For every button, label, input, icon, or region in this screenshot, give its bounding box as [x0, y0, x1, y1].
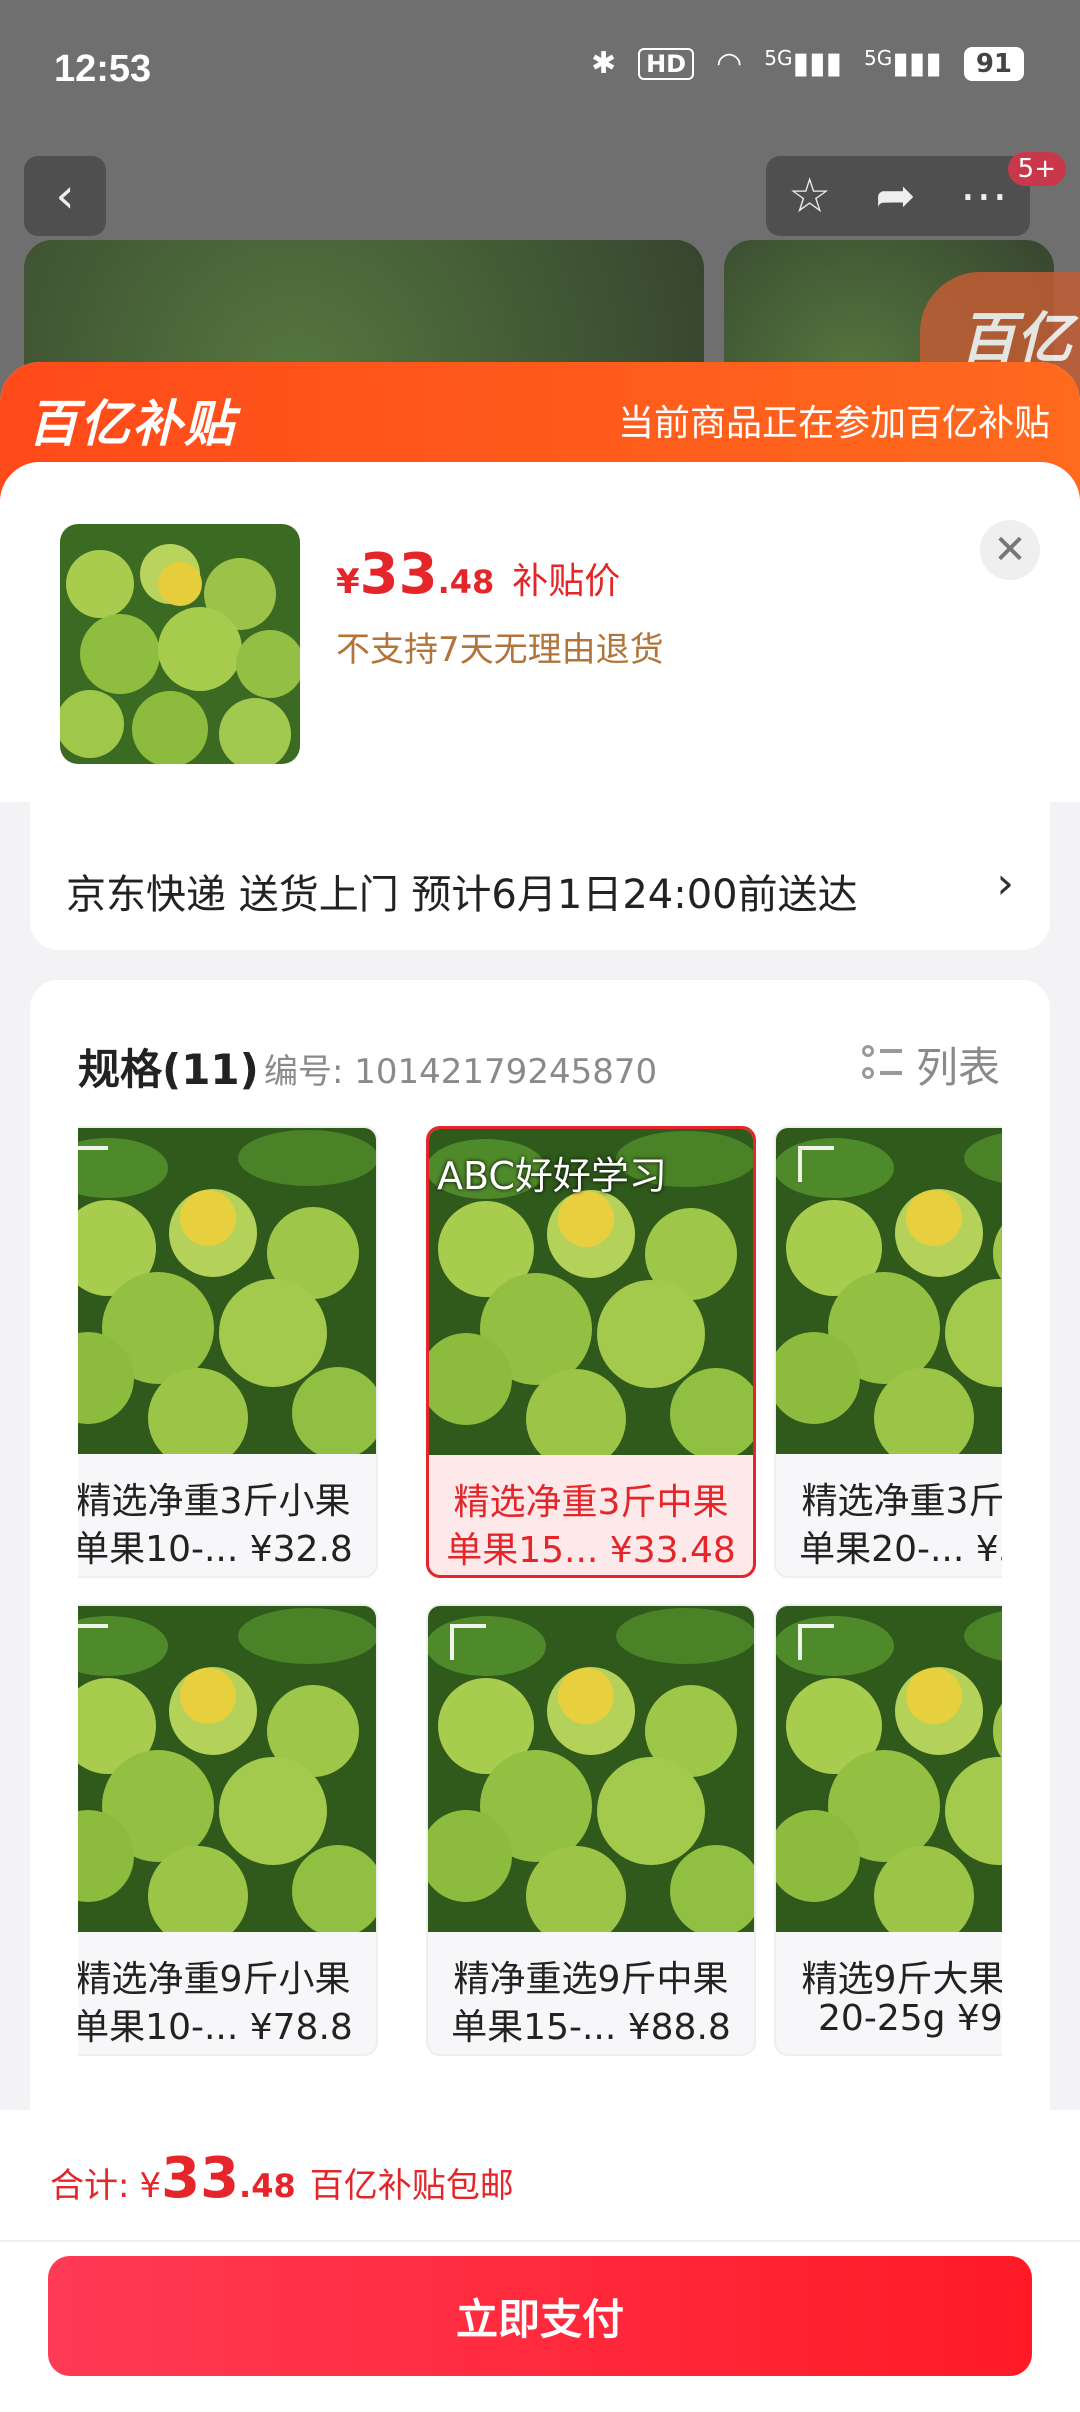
delivery-row[interactable]: 京东快递 送货上门 预计6月1日24:00前送达 › — [30, 802, 1050, 950]
spec-option-detail-price: 单果10-... ¥78.8 — [78, 2007, 353, 2048]
list-view-button[interactable]: 列表 — [861, 1034, 1000, 1095]
chevron-right-icon: › — [996, 858, 1014, 909]
total-label: 合计: — [50, 2166, 130, 2206]
hd-icon: HD — [638, 47, 695, 80]
spec-option-detail-price: 单果15-... ¥88.8 — [451, 2007, 731, 2048]
bluetooth-icon: ✱ — [590, 46, 617, 81]
spec-option-detail-price: 单果15... ¥33.48 — [446, 1530, 736, 1571]
spec-option-name: 精选净重3斤中果 — [453, 1482, 729, 1523]
spec-option-name: 精净重选9斤中果 — [453, 1959, 729, 2000]
spec-option-tile[interactable]: 精净重选9斤中果 单果15-... ¥88.8 — [426, 1604, 756, 2056]
close-button[interactable]: ✕ — [980, 520, 1040, 580]
notification-badge: 5+ — [1007, 152, 1066, 186]
spec-grid: 精选净重3斤小果 单果10-... ¥32.8 ABC好好学习 精选净重3斤中果 单果1… — [78, 1126, 1002, 2086]
expand-icon[interactable] — [450, 1624, 486, 1660]
star-icon[interactable]: ☆ — [788, 168, 831, 224]
spec-title: 规格(11) — [78, 1045, 259, 1094]
spec-option-name: 精选9斤大果单果 — [801, 1959, 1002, 2000]
spec-option-tile[interactable]: ABC好好学习精选净重3斤中果 单果15... ¥33.48 — [426, 1126, 756, 1578]
spec-option-detail-price: 单果10-... ¥32.8 — [78, 1529, 353, 1570]
spec-option-detail-price: 单果20-... ¥38.8 — [799, 1529, 1002, 1570]
spec-option-image — [78, 1128, 376, 1454]
status-bar: 12:53 ✱ HD ◠ 5G▮▮▮ 5G▮▮▮ 91 — [0, 0, 1080, 140]
spec-option-detail-price: 20-25g ¥98.8 — [818, 1998, 1002, 2039]
spec-option-tile[interactable]: 精选净重9斤小果 单果10-... ¥78.8 — [78, 1604, 378, 2056]
spec-option-tile[interactable]: 精选净重3斤小果 单果10-... ¥32.8 — [78, 1126, 378, 1578]
spec-option-overlay-text: ABC好好学习 — [437, 1154, 667, 1198]
list-label: 列表 — [915, 1043, 1000, 1092]
purchase-sheet: 百亿补贴 当前商品正在参加百亿补贴 ¥ 33 .48 补贴价 不支持7天无理由退… — [0, 362, 1080, 2412]
back-button[interactable]: ‹ — [24, 156, 106, 236]
spec-option-tile[interactable]: 精选9斤大果单果20-25g ¥98.8 — [774, 1604, 1002, 2056]
signal-5g-icon-2: 5G▮▮▮ — [864, 46, 942, 81]
checkout-footer: 合计: ¥ 33 .48 百亿补贴包邮 立即支付 — [0, 2110, 1080, 2412]
status-time: 12:53 — [54, 48, 152, 90]
spec-option-name: 精选净重3斤大果 — [801, 1481, 1002, 1522]
price-symbol: ¥ — [336, 562, 360, 602]
price-integer: 33 — [359, 542, 438, 607]
pay-now-button[interactable]: 立即支付 — [48, 2256, 1032, 2376]
subsidy-price: ¥ 33 .48 补贴价 — [336, 542, 620, 607]
signal-5g-icon: 5G▮▮▮ — [764, 46, 843, 81]
expand-icon[interactable] — [78, 1624, 108, 1660]
spec-card: 规格(11) 编号: 10142179245870 列表 精选净重3斤小果 单果1… — [30, 980, 1050, 2180]
footer-divider — [0, 2240, 1080, 2242]
price-decimal: .48 — [437, 563, 495, 601]
top-actions: ☆ ➦ ⋯ — [766, 156, 1030, 236]
shipping-note: 百亿补贴包邮 — [309, 2166, 514, 2206]
chevron-left-icon: ‹ — [55, 168, 75, 224]
battery-icon: 91 — [963, 46, 1024, 81]
spec-option-name: 精选净重9斤小果 — [78, 1959, 351, 2000]
expand-icon[interactable] — [798, 1624, 834, 1660]
subsidy-logo: 百亿补贴 — [28, 395, 236, 453]
total-symbol: ¥ — [139, 2166, 162, 2206]
spec-code: 编号: 10142179245870 — [264, 1052, 658, 1092]
return-policy-note: 不支持7天无理由退货 — [336, 630, 664, 670]
delivery-text: 京东快递 送货上门 预计6月1日24:00前送达 — [66, 872, 858, 918]
expand-icon[interactable] — [798, 1146, 834, 1182]
total-decimal: .48 — [239, 2167, 296, 2205]
total-integer: 33 — [161, 2146, 240, 2211]
close-icon: ✕ — [993, 527, 1027, 573]
product-thumbnail[interactable] — [60, 524, 300, 764]
screen: 百亿 12:53 ✱ HD ◠ 5G▮▮▮ 5G▮▮▮ 91 ‹ ☆ ➦ ⋯ 5… — [0, 0, 1080, 2412]
product-header: ¥ 33 .48 补贴价 不支持7天无理由退货 ✕ — [0, 462, 1080, 802]
total-price: 合计: ¥ 33 .48 百亿补贴包邮 — [50, 2146, 514, 2211]
list-icon — [861, 1044, 902, 1085]
wifi-icon: ◠ — [716, 46, 743, 81]
status-icons: ✱ HD ◠ 5G▮▮▮ 5G▮▮▮ 91 — [591, 46, 1024, 81]
spec-option-image — [78, 1606, 376, 1932]
spec-option-tile[interactable]: 精选净重3斤大果单果20-... ¥38.8 — [774, 1126, 1002, 1578]
share-icon[interactable]: ➦ — [875, 168, 915, 224]
more-icon[interactable]: ⋯ — [960, 168, 1008, 224]
expand-icon[interactable] — [78, 1146, 108, 1182]
price-label: 补贴价 — [512, 561, 621, 602]
subsidy-banner-text: 当前商品正在参加百亿补贴 — [617, 403, 1050, 444]
spec-option-name: 精选净重3斤小果 — [78, 1481, 351, 1522]
